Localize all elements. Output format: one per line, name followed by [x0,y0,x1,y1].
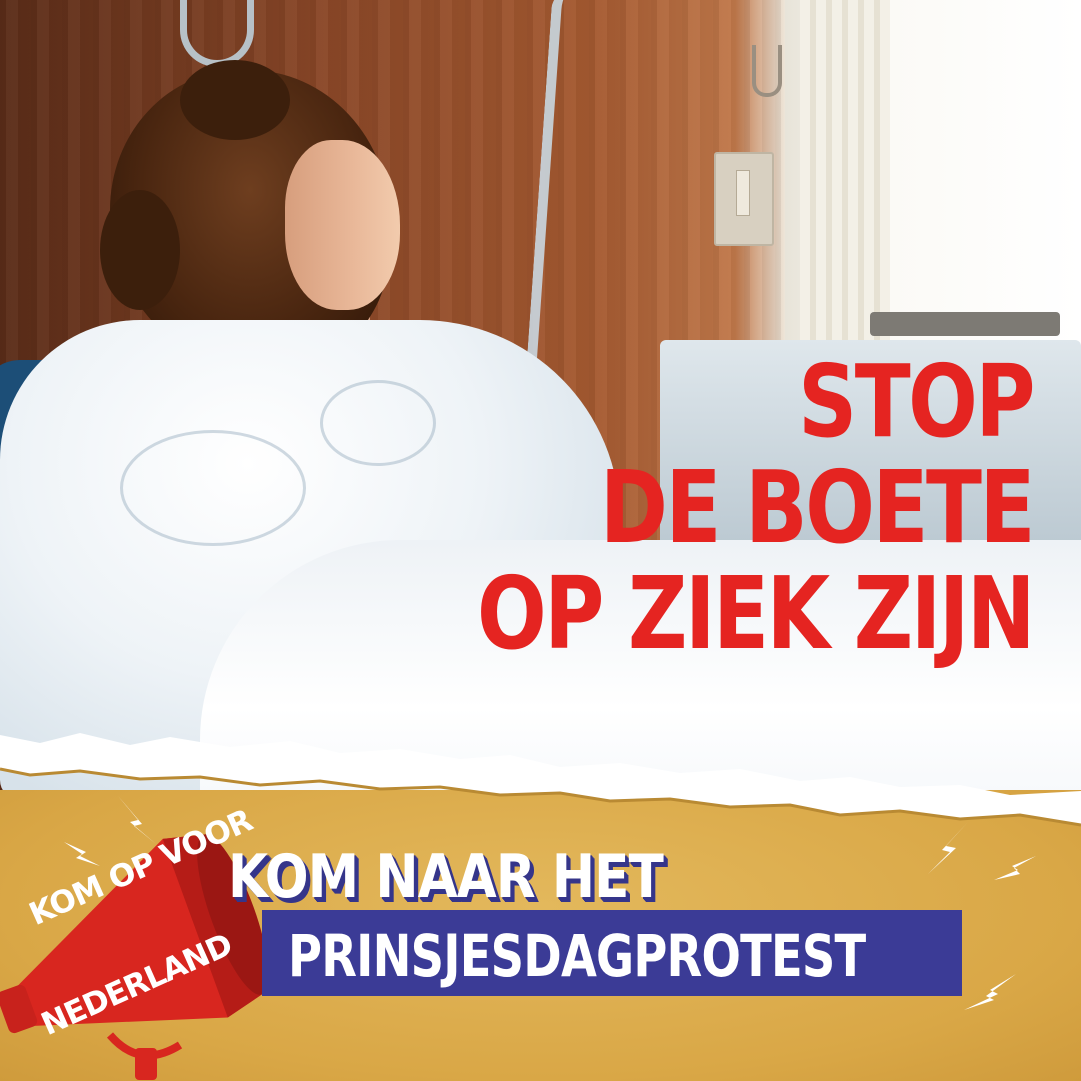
coat-hook [752,45,782,97]
lightning-bolt-icon [928,822,968,874]
hair-curl [180,60,290,140]
headline-line-3: OP ZIEK ZIJN [476,555,1035,672]
wall-switch-key [736,170,750,216]
protest-poster: STOP DE BOETE OP ZIEK ZIJN KOM OP VOOR N… [0,0,1081,1081]
call-to-action-line-1: KOM NAAR HET [228,842,664,912]
gown-fold [120,430,306,546]
hair-curl [100,190,180,310]
headline-line-2: DE BOETE [599,449,1036,566]
bedside-table [870,312,1060,336]
headline: STOP DE BOETE OP ZIEK ZIJN [355,343,1036,672]
call-to-action-line-2: PRINSJESDAGPROTEST [288,922,866,990]
torn-paper-edge [0,733,1081,827]
patient-face [285,140,400,310]
lightning-bolt-icon [994,856,1036,880]
lightning-bolt-icon [964,974,1016,1010]
headline-line-1: STOP [798,343,1035,460]
